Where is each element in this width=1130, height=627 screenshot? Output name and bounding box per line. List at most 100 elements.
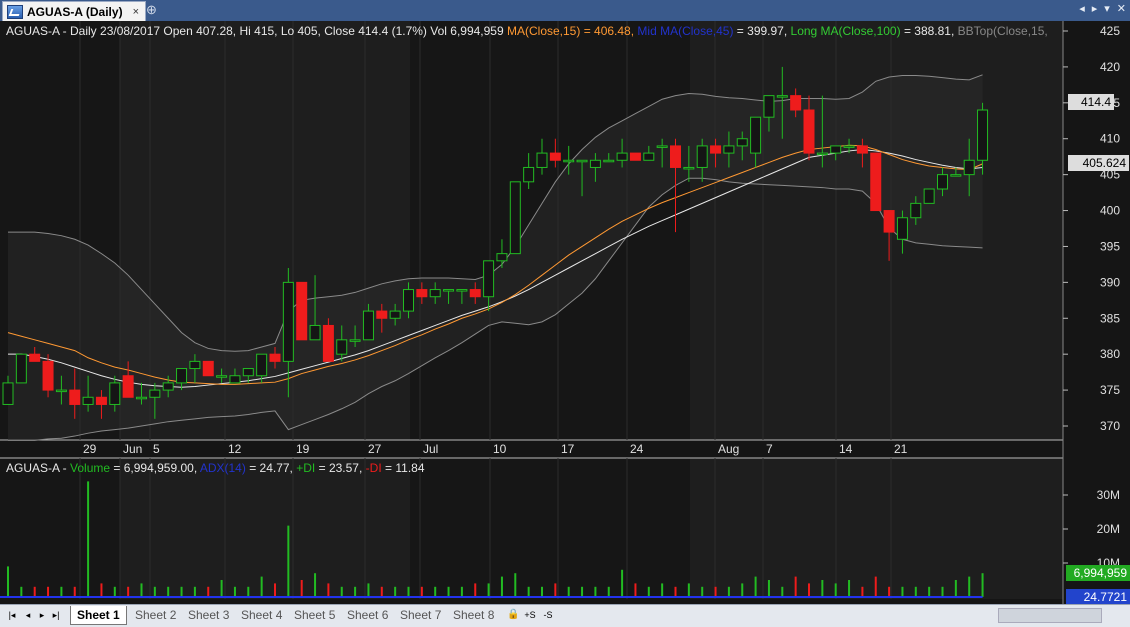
- volume-y-tick-label: 20M: [1097, 522, 1120, 536]
- candle-body: [549, 152, 561, 161]
- sheet-tab-5[interactable]: Sheet 5: [288, 606, 341, 624]
- horizontal-scrollbar[interactable]: [998, 608, 1102, 623]
- candle-body: [589, 159, 601, 168]
- x-tick-label: 29: [83, 442, 97, 456]
- lock-icon[interactable]: 🔒: [507, 608, 519, 622]
- candle-body: [309, 324, 321, 341]
- sheet-tab-4[interactable]: Sheet 4: [235, 606, 288, 624]
- candle-body: [896, 217, 908, 240]
- candle-body: [42, 360, 54, 391]
- x-tick-label: 24: [630, 442, 644, 456]
- long-ma-value: = 388.81,: [903, 24, 955, 38]
- mdi-label: -DI: [365, 461, 382, 475]
- y-tick-label: 385: [1100, 311, 1120, 325]
- remove-sheet-button[interactable]: -S: [540, 608, 556, 622]
- candle-body: [563, 159, 575, 163]
- y-tick-label: 400: [1100, 204, 1120, 218]
- candle-body: [242, 368, 254, 377]
- mid-ma-label: Mid MA(Close,45): [637, 24, 734, 38]
- sheet-tab-7[interactable]: Sheet 7: [394, 606, 447, 624]
- candle-body: [109, 382, 121, 405]
- candle-body: [336, 339, 348, 355]
- y-tick-label: 420: [1100, 60, 1120, 74]
- candle-body: [2, 382, 14, 405]
- ma-value-marker: 405.624: [1068, 155, 1129, 171]
- sheet-tab-6[interactable]: Sheet 6: [341, 606, 394, 624]
- sheet-tab-3[interactable]: Sheet 3: [182, 606, 235, 624]
- candle-body: [322, 324, 334, 362]
- x-tick-label: 5: [153, 442, 160, 456]
- adx-value: = 24.77,: [249, 461, 293, 475]
- candle-body: [790, 95, 802, 111]
- first-sheet-button[interactable]: |◂: [6, 608, 18, 622]
- y-tick-label: 395: [1100, 239, 1120, 253]
- candle-body: [923, 188, 935, 204]
- candle-body: [496, 253, 508, 262]
- candle-body: [910, 202, 922, 219]
- volume-y-tick-label: 30M: [1097, 488, 1120, 502]
- candle-body: [603, 159, 615, 163]
- candle-body: [950, 174, 962, 177]
- last-sheet-button[interactable]: ▸|: [50, 608, 62, 622]
- chart-canvas[interactable]: 29Jun5121927Jul101724Aug7142142542041541…: [0, 0, 1130, 604]
- candle-body: [82, 396, 94, 405]
- candle-body: [963, 159, 975, 176]
- candle-body: [29, 353, 41, 362]
- x-tick-label: 19: [296, 442, 310, 456]
- candle-body: [830, 145, 842, 154]
- candle-body: [95, 396, 107, 405]
- candle-body: [776, 95, 788, 98]
- pdi-value: = 23.57,: [318, 461, 363, 475]
- next-sheet-button[interactable]: ▸: [36, 608, 48, 622]
- add-sheet-button[interactable]: +S: [522, 608, 538, 622]
- candle-body: [69, 389, 81, 405]
- sheet-tab-8[interactable]: Sheet 8: [447, 606, 500, 624]
- candle-body: [189, 360, 201, 370]
- x-tick-label: 17: [561, 442, 575, 456]
- candle-body: [349, 339, 361, 342]
- mdi-value: = 11.84: [385, 461, 425, 475]
- x-tick-label: 7: [766, 442, 773, 456]
- candle-body: [509, 181, 521, 255]
- candle-body: [296, 281, 308, 341]
- candle-body: [202, 360, 214, 377]
- candle-body: [683, 166, 695, 170]
- candle-body: [469, 289, 481, 298]
- candle-body: [736, 138, 748, 147]
- candle-body: [843, 145, 855, 148]
- candle-body: [483, 260, 495, 298]
- x-tick-label: Jun: [123, 442, 142, 456]
- candle-body: [670, 145, 681, 168]
- candle-body: [856, 145, 868, 154]
- mid-ma-value: = 399.97,: [736, 24, 788, 38]
- candle-body: [696, 145, 708, 168]
- x-tick-label: 10: [493, 442, 507, 456]
- candle-body: [269, 353, 281, 362]
- candle-body: [723, 145, 735, 154]
- candle-body: [122, 375, 134, 398]
- candle-body: [937, 174, 948, 190]
- candle-body: [362, 310, 374, 341]
- candle-body: [750, 116, 762, 154]
- candle-body: [376, 310, 388, 319]
- last-volume-marker: 6,994,959: [1066, 565, 1130, 581]
- candle-body: [523, 166, 535, 183]
- x-tick-label: 12: [228, 442, 242, 456]
- prev-sheet-button[interactable]: ◂: [22, 608, 34, 622]
- candle-body: [576, 159, 588, 163]
- sheet-tab-1[interactable]: Sheet 1: [70, 606, 127, 625]
- sheet-tab-2[interactable]: Sheet 2: [129, 606, 182, 624]
- candle-body: [416, 289, 428, 298]
- ma15-label: MA(Close,15) = 406.48,: [507, 24, 635, 38]
- candle-body: [55, 389, 67, 393]
- x-tick-label: 14: [839, 442, 853, 456]
- bbtop-label: BBTop(Close,15,: [957, 24, 1048, 38]
- candle-body: [176, 368, 188, 384]
- candle-body: [710, 145, 722, 154]
- month-band-jun-vol: [120, 458, 410, 599]
- candle-body: [216, 375, 228, 378]
- x-tick-label: 21: [894, 442, 908, 456]
- candle-body: [629, 152, 641, 161]
- volume-info-line: AGUAS-A - Volume = 6,994,959.00, ADX(14)…: [6, 461, 425, 475]
- last-price-marker: 414.4: [1068, 94, 1114, 110]
